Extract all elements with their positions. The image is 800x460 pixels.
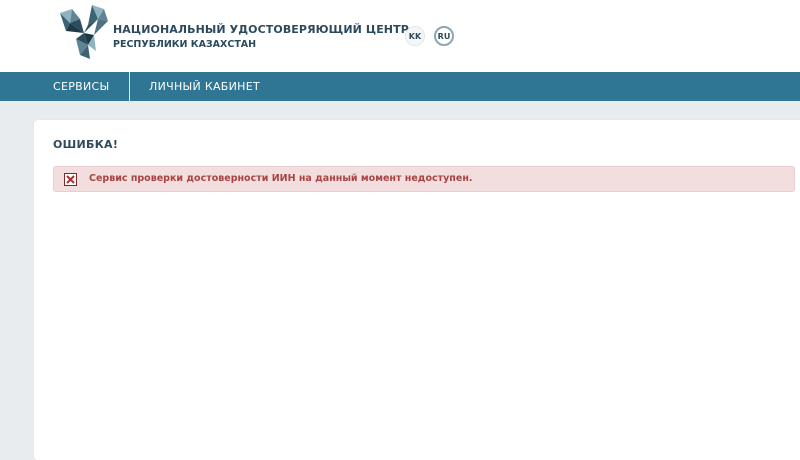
nav-item-services[interactable]: СЕРВИСЫ [53, 72, 110, 101]
nuc-logo-icon[interactable] [58, 5, 110, 61]
error-alert: Сервис проверки достоверности ИИН на дан… [53, 166, 795, 192]
page-title: ОШИБКА! [53, 138, 119, 151]
language-kk-button[interactable]: KK [405, 26, 425, 46]
org-subtitle: РЕСПУБЛИКИ КАЗАХСТАН [113, 39, 257, 50]
error-close-icon [64, 173, 77, 186]
main-navbar: СЕРВИСЫ ЛИЧНЫЙ КАБИНЕТ [0, 72, 800, 101]
content-panel: ОШИБКА! Сервис проверки достоверности ИИ… [34, 120, 800, 460]
site-header: НАЦИОНАЛЬНЫЙ УДОСТОВЕРЯЮЩИЙ ЦЕНТР РЕСПУБ… [0, 0, 800, 72]
nav-item-personal-cabinet[interactable]: ЛИЧНЫЙ КАБИНЕТ [149, 72, 260, 101]
org-title: НАЦИОНАЛЬНЫЙ УДОСТОВЕРЯЮЩИЙ ЦЕНТР [113, 23, 409, 36]
error-message: Сервис проверки достоверности ИИН на дан… [89, 173, 473, 184]
language-ru-button[interactable]: RU [434, 26, 454, 46]
nav-divider [129, 72, 130, 101]
